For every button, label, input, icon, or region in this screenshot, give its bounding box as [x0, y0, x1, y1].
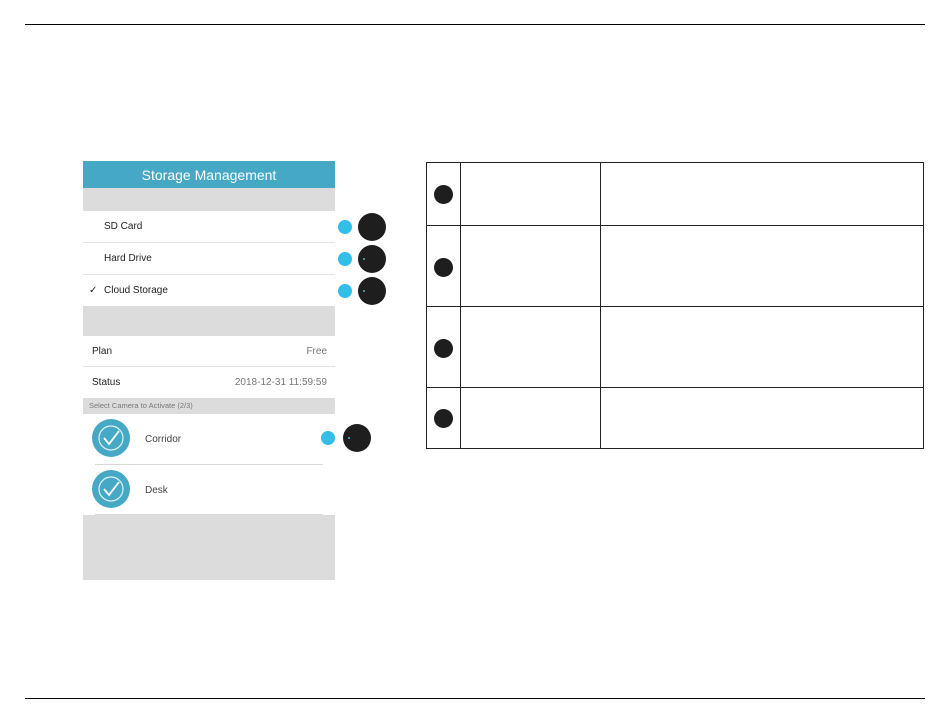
camera-item-corridor[interactable]: Corridor: [83, 414, 335, 464]
row-number-badge-3: [434, 339, 453, 358]
callout-marker-3: [338, 284, 352, 298]
plan-value: Free: [306, 346, 327, 357]
status-label: Status: [92, 377, 121, 388]
camera-item-desk[interactable]: Desk: [83, 465, 335, 515]
table-row-line: [427, 225, 923, 226]
option-hard-drive[interactable]: Hard Drive: [83, 243, 335, 274]
plan-label: Plan: [92, 346, 113, 357]
camera-name: Corridor: [145, 434, 182, 445]
bottom-gap: [83, 515, 335, 580]
option-label: Hard Drive: [104, 253, 152, 264]
callout-marker-1: [338, 220, 352, 234]
callout-marker-2: [338, 252, 352, 266]
check-icon: ✓: [89, 285, 98, 296]
plan-row: Plan Free: [83, 336, 335, 367]
section-gap: [83, 188, 335, 211]
section-gap: [83, 306, 335, 336]
callout-number-3: [358, 277, 386, 305]
top-rule: [25, 24, 925, 25]
option-label: Cloud Storage: [104, 285, 168, 296]
row-number-badge-4: [434, 409, 453, 428]
callout-number-4: [343, 424, 371, 452]
option-cloud-storage[interactable]: ✓ Cloud Storage: [83, 275, 335, 306]
status-row: Status 2018-12-31 11:59:59: [83, 367, 335, 398]
description-table: [426, 162, 924, 449]
option-label: SD Card: [104, 221, 143, 232]
page-title: Storage Management: [83, 161, 335, 188]
bottom-rule: [25, 698, 925, 699]
callout-number-1: [358, 213, 386, 241]
camera-name: Desk: [145, 485, 168, 496]
checkmark-circle-icon: [92, 470, 130, 508]
status-value: 2018-12-31 11:59:59: [234, 377, 327, 388]
checkmark-circle-icon: [92, 419, 130, 457]
option-sd-card[interactable]: SD Card: [83, 211, 335, 242]
table-row-line: [427, 306, 923, 307]
callout-number-2: [358, 245, 386, 273]
row-number-badge-2: [434, 258, 453, 277]
callout-marker-4: [321, 431, 335, 445]
storage-management-screen: Storage Management SD Card Hard Drive ✓ …: [83, 161, 335, 580]
table-row-line: [427, 387, 923, 388]
row-number-badge-1: [434, 185, 453, 204]
camera-section-label: Select Camera to Activate (2/3): [83, 398, 335, 414]
